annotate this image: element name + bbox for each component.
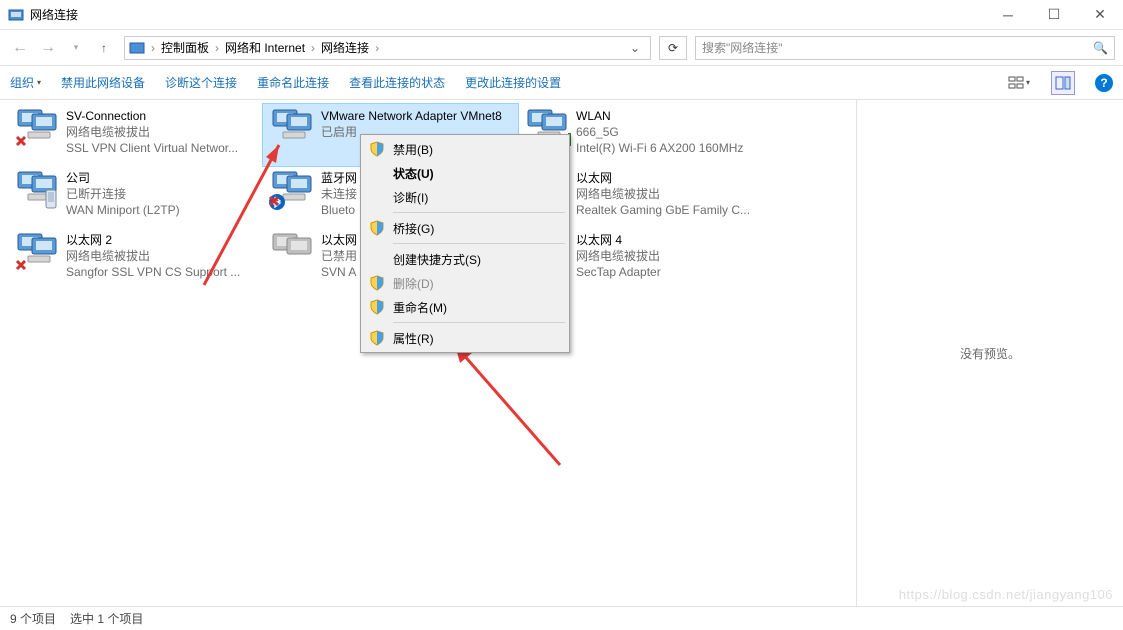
connection-name: 以太网 [576, 170, 767, 186]
selected-count: 选中 1 个项目 [70, 610, 143, 627]
ctx-bridge[interactable]: 桥接(G) [363, 216, 567, 240]
connection-name: WLAN [576, 108, 767, 124]
connection-item[interactable]: 以太网 2网络电缆被拔出Sangfor SSL VPN CS Support .… [8, 228, 263, 290]
connection-device: SecTap Adapter [576, 264, 767, 280]
connection-name: VMware Network Adapter VMnet8 [321, 108, 512, 124]
network-adapter-icon [269, 108, 317, 148]
ctx-delete[interactable]: 删除(D) [363, 271, 567, 295]
connection-name: 以太网 4 [576, 232, 767, 248]
crumb-0[interactable]: 控制面板 [157, 39, 213, 56]
help-button[interactable]: ? [1095, 74, 1113, 92]
connection-device: Intel(R) Wi-Fi 6 AX200 160MHz [576, 140, 767, 156]
connection-status: 网络电缆被拔出 [66, 248, 257, 264]
ctx-status[interactable]: 状态(U) [363, 161, 567, 185]
ctx-rename[interactable]: 重命名(M) [363, 295, 567, 319]
statusbar: 9 个项目 选中 1 个项目 [0, 606, 1123, 630]
view-status-button[interactable]: 查看此连接的状态 [349, 74, 445, 91]
preview-pane-button[interactable] [1051, 71, 1075, 95]
forward-button[interactable]: → [36, 36, 60, 60]
addressbar[interactable]: › 控制面板 › 网络和 Internet › 网络连接 › ⌄ [124, 36, 651, 60]
no-preview-label: 没有预览。 [960, 345, 1020, 362]
organize-button[interactable]: 组织 [10, 74, 41, 91]
ctx-sep [393, 212, 565, 213]
shield-icon [369, 220, 385, 236]
network-adapter-icon [14, 232, 62, 272]
connection-status: 网络电缆被拔出 [576, 248, 767, 264]
connection-device: WAN Miniport (L2TP) [66, 202, 257, 218]
network-adapter-icon [14, 108, 62, 148]
crumb-1[interactable]: 网络和 Internet [221, 39, 309, 56]
titlebar: 网络连接 ─ ☐ ✕ [0, 0, 1123, 30]
back-button[interactable]: ← [8, 36, 32, 60]
connection-status: 网络电缆被拔出 [576, 186, 767, 202]
connection-name: SV-Connection [66, 108, 257, 124]
address-dropdown[interactable]: ⌄ [624, 41, 646, 55]
watermark: https://blog.csdn.net/jiangyang106 [899, 587, 1113, 602]
crumb-2[interactable]: 网络连接 [317, 39, 373, 56]
disable-device-button[interactable]: 禁用此网络设备 [61, 74, 145, 91]
connection-status: 666_5G [576, 124, 767, 140]
change-settings-button[interactable]: 更改此连接的设置 [465, 74, 561, 91]
ctx-disable[interactable]: 禁用(B) [363, 137, 567, 161]
connection-device: Realtek Gaming GbE Family C... [576, 202, 767, 218]
refresh-button[interactable]: ⟳ [659, 36, 687, 60]
connection-status: 已断开连接 [66, 186, 257, 202]
connection-name: 公司 [66, 170, 257, 186]
connection-item[interactable]: 公司已断开连接WAN Miniport (L2TP) [8, 166, 263, 228]
connection-status: 网络电缆被拔出 [66, 124, 257, 140]
up-button[interactable]: ↑ [92, 36, 116, 60]
network-adapter-icon [269, 232, 317, 272]
item-count: 9 个项目 [10, 610, 56, 627]
view-mode-button[interactable]: ▾ [1007, 71, 1031, 95]
location-icon [129, 40, 145, 56]
minimize-button[interactable]: ─ [985, 0, 1031, 29]
shield-icon [369, 330, 385, 346]
search-placeholder: 搜索"网络连接" [702, 39, 1093, 56]
network-adapter-icon [14, 170, 62, 210]
shield-icon [369, 275, 385, 291]
breadcrumb-sep: › [149, 41, 157, 55]
connection-device: Sangfor SSL VPN CS Support ... [66, 264, 257, 280]
context-menu: 禁用(B) 状态(U) 诊断(I) 桥接(G) 创建快捷方式(S) 删除(D) … [360, 134, 570, 353]
search-icon[interactable]: 🔍 [1093, 41, 1108, 55]
rename-button[interactable]: 重命名此连接 [257, 74, 329, 91]
app-icon [8, 7, 24, 23]
maximize-button[interactable]: ☐ [1031, 0, 1077, 29]
connection-item[interactable]: SV-Connection网络电缆被拔出SSL VPN Client Virtu… [8, 104, 263, 166]
history-dropdown[interactable]: ▾ [64, 36, 88, 60]
ctx-diagnose[interactable]: 诊断(I) [363, 185, 567, 209]
diagnose-button[interactable]: 诊断这个连接 [165, 74, 237, 91]
close-button[interactable]: ✕ [1077, 0, 1123, 29]
shield-icon [369, 299, 385, 315]
shield-icon [369, 141, 385, 157]
ctx-properties[interactable]: 属性(R) [363, 326, 567, 350]
preview-panel: 没有预览。 [856, 100, 1123, 606]
connection-name: 以太网 2 [66, 232, 257, 248]
toolbar: 组织 禁用此网络设备 诊断这个连接 重命名此连接 查看此连接的状态 更改此连接的… [0, 66, 1123, 100]
connection-device: SSL VPN Client Virtual Networ... [66, 140, 257, 156]
searchbox[interactable]: 搜索"网络连接" 🔍 [695, 36, 1115, 60]
network-adapter-icon [269, 170, 317, 210]
ctx-shortcut[interactable]: 创建快捷方式(S) [363, 247, 567, 271]
navbar: ← → ▾ ↑ › 控制面板 › 网络和 Internet › 网络连接 › ⌄… [0, 30, 1123, 66]
window-title: 网络连接 [30, 6, 985, 23]
